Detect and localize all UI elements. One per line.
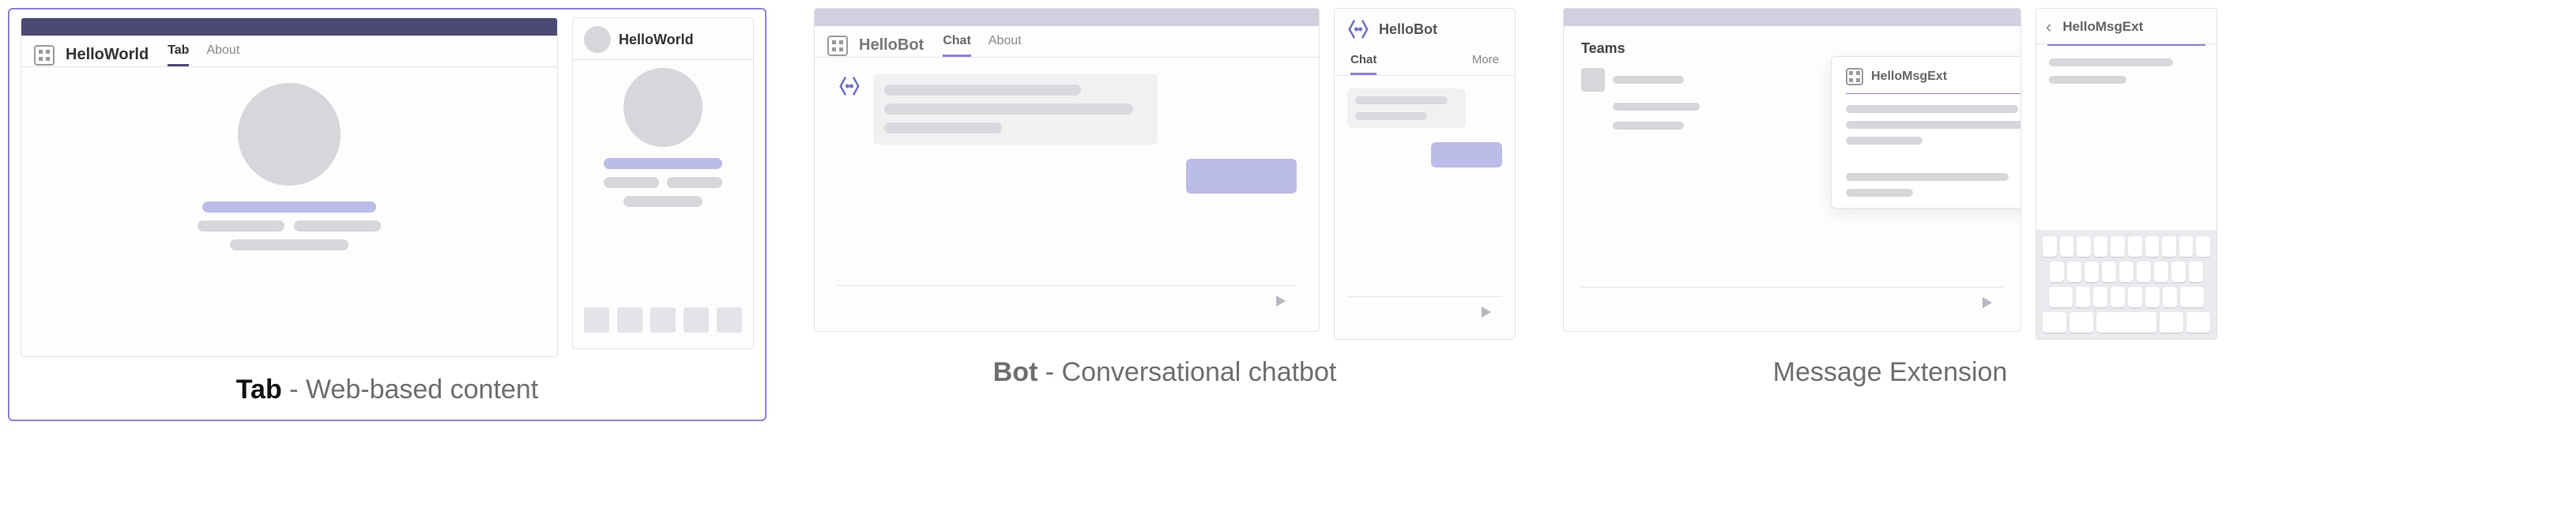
tab-about[interactable]: About (206, 43, 239, 66)
content-line (2049, 76, 2126, 84)
card-line (1846, 189, 1913, 197)
app-icon (34, 45, 55, 66)
content-line (198, 220, 284, 232)
msgext-group: Teams HelloMsgExt (1563, 8, 2217, 388)
msgext-desktop-window: Teams HelloMsgExt (1563, 8, 2021, 332)
tab-more[interactable]: More (1472, 47, 1499, 75)
bot-icon (837, 73, 862, 99)
tab-chat[interactable]: Chat (943, 34, 971, 57)
chat-body (815, 58, 1319, 331)
keyboard[interactable] (2036, 230, 2216, 339)
nav-item[interactable] (684, 307, 709, 333)
msgext-caption: Message Extension (1773, 357, 2008, 388)
send-icon[interactable] (1482, 307, 1491, 318)
msgext-card: HelloMsgExt (1831, 56, 2021, 209)
tab-mobile-window: HelloWorld (572, 17, 754, 349)
tab-content (21, 67, 557, 356)
app-name: HelloWorld (619, 32, 694, 48)
caption-rest: - Conversational chatbot (1038, 357, 1336, 387)
titlebar (21, 18, 557, 36)
card-line (1846, 105, 2018, 113)
tab-about[interactable]: About (989, 34, 1022, 57)
caption-text: Message Extension (1773, 357, 2008, 387)
content-line (623, 196, 702, 207)
content-line-accent (604, 158, 722, 169)
caption-strong: Tab (236, 375, 282, 405)
card-line (1846, 121, 2021, 129)
bot-icon (1346, 17, 1371, 42)
user-bubble (1431, 142, 1502, 168)
tab-tab[interactable]: Tab (168, 43, 189, 66)
bot-desktop-window: HelloBot Chat About (814, 8, 1320, 332)
send-icon[interactable] (1983, 297, 1992, 308)
user-bubble (1186, 159, 1297, 194)
caption-rest: - Web-based content (282, 375, 538, 405)
bot-bubble (1347, 88, 1466, 128)
titlebar (1564, 9, 2021, 26)
bot-caption: Bot - Conversational chatbot (993, 357, 1337, 388)
send-icon[interactable] (1276, 296, 1286, 307)
team-square-icon (1581, 68, 1605, 92)
card-line (1846, 137, 1923, 145)
app-name: HelloBot (859, 36, 924, 55)
bot-mobile-window: HelloBot Chat More (1334, 8, 1516, 340)
app-name: HelloBot (1379, 21, 1437, 38)
content-line (294, 220, 381, 232)
channel-placeholder[interactable] (1613, 122, 1684, 130)
avatar-placeholder (623, 68, 702, 147)
nav-item[interactable] (584, 307, 609, 333)
tab-chat[interactable]: Chat (1350, 47, 1377, 75)
message-composer[interactable] (1347, 296, 1502, 326)
content-line-accent (202, 201, 376, 213)
avatar-placeholder (238, 83, 341, 186)
nav-item[interactable] (717, 307, 742, 333)
tab-strip: Tab About (168, 43, 239, 66)
mobile-tab-strip: Chat More (1335, 47, 1515, 76)
titlebar (815, 9, 1319, 26)
app-name: HelloWorld (66, 46, 149, 64)
bot-message (837, 73, 1297, 145)
nav-item[interactable] (650, 307, 676, 333)
msgext-mobile-window: ‹ HelloMsgExt (2036, 8, 2217, 340)
team-name-placeholder (1613, 76, 1684, 84)
content-line (230, 239, 348, 250)
tab-caption: Tab - Web-based content (236, 375, 538, 405)
app-icon (1846, 68, 1863, 85)
bottom-nav (584, 296, 742, 333)
avatar-icon (584, 26, 611, 53)
message-composer[interactable] (837, 285, 1297, 315)
sidebar-title: Teams (1581, 40, 2003, 57)
card-divider (1846, 93, 2021, 94)
app-icon (827, 36, 848, 56)
nav-item[interactable] (617, 307, 642, 333)
card-title: HelloMsgExt (1871, 70, 1947, 84)
card-line (1846, 173, 2009, 181)
content-line (667, 177, 722, 188)
bot-bubble (873, 73, 1158, 145)
content-line (604, 177, 659, 188)
content-line (2049, 58, 2173, 66)
tab-desktop-window: HelloWorld Tab About (21, 17, 558, 357)
back-icon[interactable]: ‹ (2046, 17, 2051, 37)
tab-group: HelloWorld Tab About (8, 8, 766, 421)
channel-placeholder[interactable] (1613, 103, 1700, 111)
message-composer[interactable] (1581, 287, 2003, 317)
bot-group: HelloBot Chat About (814, 8, 1516, 388)
diagram-row: HelloWorld Tab About (8, 8, 2568, 421)
caption-strong: Bot (993, 357, 1038, 387)
app-name: HelloMsgExt (2062, 19, 2143, 35)
